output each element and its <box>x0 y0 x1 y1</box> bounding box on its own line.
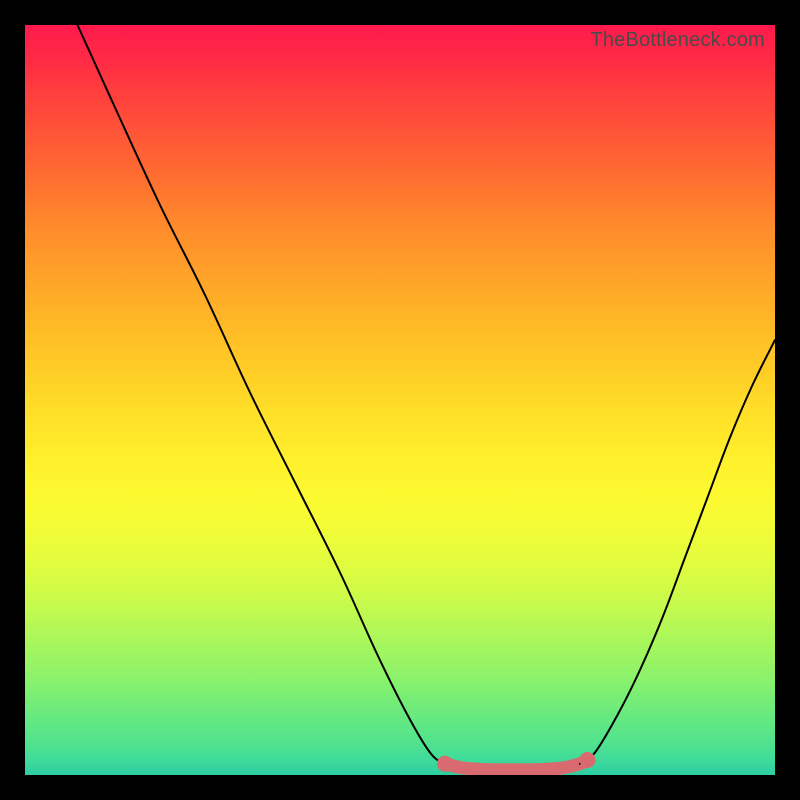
marker-1 <box>580 752 596 768</box>
series-flat-segment <box>445 760 588 770</box>
chart-svg <box>25 25 775 775</box>
plot-area: TheBottleneck.com <box>25 25 775 775</box>
series-left-curve <box>78 25 461 768</box>
marker-0 <box>437 756 453 772</box>
series-right-curve <box>580 340 775 764</box>
chart-container: TheBottleneck.com <box>0 0 800 800</box>
